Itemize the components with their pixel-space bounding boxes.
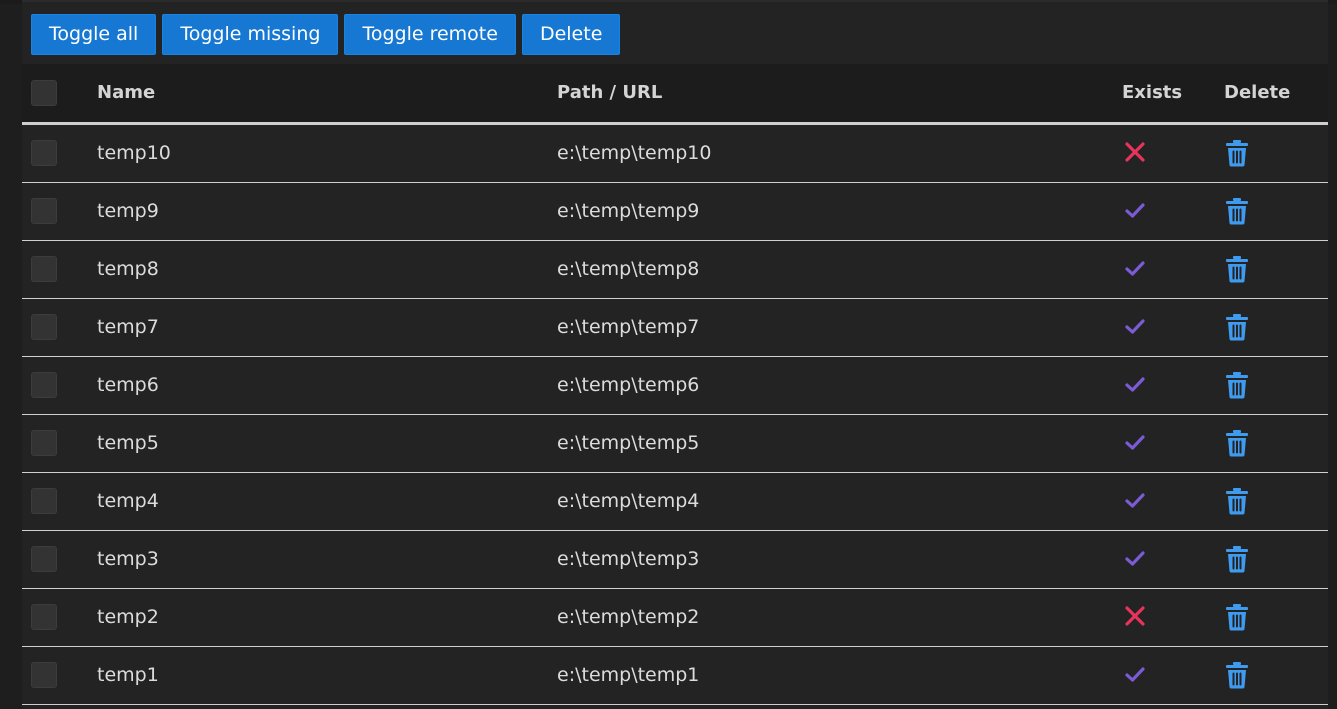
table-header: Name Path / URL Exists Delete bbox=[22, 64, 1328, 125]
trash-icon[interactable] bbox=[1225, 371, 1249, 399]
row-name: temp4 bbox=[97, 490, 159, 512]
row-checkbox[interactable] bbox=[31, 198, 57, 224]
row-name: temp9 bbox=[97, 200, 159, 222]
row-path: e:\temp\temp6 bbox=[557, 374, 700, 396]
row-name: temp6 bbox=[97, 374, 159, 396]
table-row[interactable]: temp10 e:\temp\temp10 bbox=[22, 125, 1328, 183]
row-checkbox[interactable] bbox=[31, 256, 57, 282]
trash-icon[interactable] bbox=[1225, 429, 1249, 457]
row-path: e:\temp\temp8 bbox=[557, 258, 700, 280]
check-icon bbox=[1124, 489, 1146, 511]
check-icon bbox=[1124, 431, 1146, 453]
row-checkbox[interactable] bbox=[31, 546, 57, 572]
table-body: temp10 e:\temp\temp10 temp9 e:\temp\temp9 te… bbox=[22, 125, 1328, 705]
table-row[interactable]: temp2 e:\temp\temp2 bbox=[22, 589, 1328, 647]
table-row[interactable]: temp4 e:\temp\temp4 bbox=[22, 473, 1328, 531]
toolbar: Toggle all Toggle missing Toggle remote … bbox=[31, 14, 621, 55]
trash-icon[interactable] bbox=[1225, 139, 1249, 167]
delete-button[interactable]: Delete bbox=[521, 14, 621, 55]
column-header-exists: Exists bbox=[1122, 82, 1183, 103]
toggle-missing-button[interactable]: Toggle missing bbox=[162, 14, 339, 55]
check-icon bbox=[1124, 373, 1146, 395]
trash-icon[interactable] bbox=[1225, 487, 1249, 515]
trash-icon[interactable] bbox=[1225, 661, 1249, 689]
row-checkbox[interactable] bbox=[31, 662, 57, 688]
row-path: e:\temp\temp2 bbox=[557, 606, 700, 628]
table-row[interactable]: temp9 e:\temp\temp9 bbox=[22, 183, 1328, 241]
column-header-path: Path / URL bbox=[557, 82, 663, 103]
row-path: e:\temp\temp10 bbox=[557, 142, 712, 164]
check-icon bbox=[1124, 257, 1146, 279]
trash-icon[interactable] bbox=[1225, 545, 1249, 573]
row-name: temp5 bbox=[97, 432, 159, 454]
row-checkbox[interactable] bbox=[31, 430, 57, 456]
trash-icon[interactable] bbox=[1225, 603, 1249, 631]
toggle-remote-button[interactable]: Toggle remote bbox=[344, 14, 516, 55]
check-icon bbox=[1124, 663, 1146, 685]
row-checkbox[interactable] bbox=[31, 372, 57, 398]
row-path: e:\temp\temp7 bbox=[557, 316, 700, 338]
row-path: e:\temp\temp3 bbox=[557, 548, 700, 570]
row-checkbox[interactable] bbox=[31, 314, 57, 340]
table-row[interactable]: temp8 e:\temp\temp8 bbox=[22, 241, 1328, 299]
table-row[interactable]: temp5 e:\temp\temp5 bbox=[22, 415, 1328, 473]
x-icon bbox=[1124, 141, 1146, 163]
row-checkbox[interactable] bbox=[31, 488, 57, 514]
row-checkbox[interactable] bbox=[31, 140, 57, 166]
row-name: temp3 bbox=[97, 548, 159, 570]
table-row[interactable]: temp1 e:\temp\temp1 bbox=[22, 647, 1328, 705]
row-path: e:\temp\temp5 bbox=[557, 432, 700, 454]
check-icon bbox=[1124, 547, 1146, 569]
row-name: temp1 bbox=[97, 664, 159, 686]
row-name: temp2 bbox=[97, 606, 159, 628]
column-header-delete: Delete bbox=[1224, 82, 1291, 103]
trash-icon[interactable] bbox=[1225, 255, 1249, 283]
row-name: temp10 bbox=[97, 142, 171, 164]
select-all-checkbox[interactable] bbox=[31, 80, 57, 106]
column-header-name: Name bbox=[97, 82, 156, 103]
x-icon bbox=[1124, 605, 1146, 627]
row-path: e:\temp\temp4 bbox=[557, 490, 700, 512]
row-path: e:\temp\temp1 bbox=[557, 664, 700, 686]
table-row[interactable]: temp3 e:\temp\temp3 bbox=[22, 531, 1328, 589]
row-checkbox[interactable] bbox=[31, 604, 57, 630]
table-row[interactable]: temp6 e:\temp\temp6 bbox=[22, 357, 1328, 415]
row-path: e:\temp\temp9 bbox=[557, 200, 700, 222]
toggle-all-button[interactable]: Toggle all bbox=[31, 14, 157, 55]
trash-icon[interactable] bbox=[1225, 197, 1249, 225]
trash-icon[interactable] bbox=[1225, 313, 1249, 341]
row-name: temp8 bbox=[97, 258, 159, 280]
workspace-panel: Toggle all Toggle missing Toggle remote … bbox=[22, 0, 1328, 709]
table-row[interactable]: temp7 e:\temp\temp7 bbox=[22, 299, 1328, 357]
check-icon bbox=[1124, 199, 1146, 221]
row-name: temp7 bbox=[97, 316, 159, 338]
check-icon bbox=[1124, 315, 1146, 337]
